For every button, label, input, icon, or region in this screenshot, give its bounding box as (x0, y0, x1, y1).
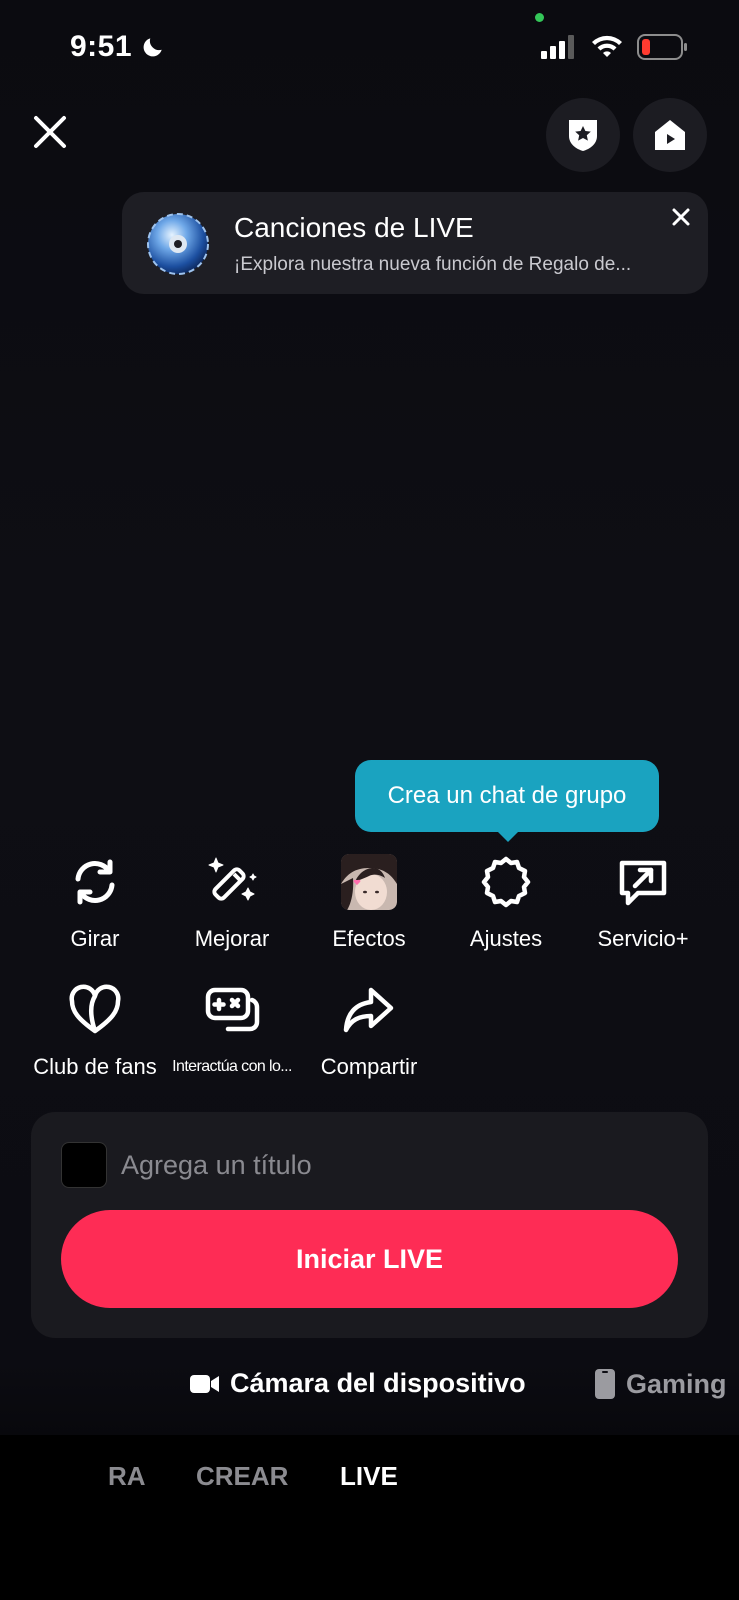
status-icons (541, 34, 689, 60)
live-songs-banner[interactable]: Canciones de LIVE ¡Explora nuestra nueva… (122, 192, 708, 294)
banner-subtitle: ¡Explora nuestra nueva función de Regalo… (234, 254, 632, 275)
tool-effects[interactable]: Efectos (299, 852, 439, 952)
magic-wand-icon (202, 852, 262, 912)
source-label: Gaming (626, 1368, 727, 1399)
privacy-indicator-dot (535, 13, 544, 22)
tooltip-pointer (494, 828, 522, 842)
cd-disc-icon (147, 213, 209, 275)
game-controller-icon (202, 980, 262, 1040)
cellular-signal-icon (541, 35, 574, 59)
cover-image-picker[interactable] (61, 1142, 107, 1188)
share-arrow-icon (339, 980, 399, 1040)
battery-low-icon (637, 34, 687, 60)
clock-text: 9:51 (70, 30, 133, 63)
moderation-button[interactable] (546, 98, 620, 172)
tool-label: Servicio+ (597, 926, 689, 951)
rotate-icon (65, 852, 125, 912)
title-input[interactable] (121, 1140, 681, 1190)
phone-icon (595, 1369, 615, 1399)
tool-label: Club de fans (33, 1054, 157, 1079)
start-live-button[interactable]: Iniciar LIVE (61, 1210, 678, 1308)
heart-icon (65, 980, 125, 1040)
group-chat-tooltip[interactable]: Crea un chat de grupo (355, 760, 659, 832)
source-gaming[interactable]: Gaming (594, 1368, 727, 1400)
moon-icon (143, 38, 162, 57)
tooltip-text: Crea un chat de grupo (387, 782, 627, 809)
live-center-button[interactable] (633, 98, 707, 172)
home-play-icon (655, 120, 685, 150)
tool-label: Ajustes (469, 926, 543, 951)
tool-label: Compartir (320, 1054, 418, 1079)
close-icon (672, 208, 690, 226)
banner-title: Canciones de LIVE (234, 212, 474, 243)
tool-settings[interactable]: Ajustes (436, 852, 576, 952)
tool-rotate[interactable]: Girar (25, 852, 165, 952)
banner-close-button[interactable] (666, 202, 696, 232)
tool-label: Efectos (332, 926, 406, 951)
status-time: 9:51 (70, 30, 166, 64)
live-setup-screen: 9:51 Canciones de LIVE ¡Explora nuestra … (0, 0, 739, 1600)
tool-fan-club[interactable]: Club de fans (25, 980, 165, 1080)
wifi-icon (592, 35, 622, 57)
gear-icon (476, 852, 536, 912)
go-live-card: Iniciar LIVE (31, 1112, 708, 1338)
effects-thumbnail (339, 852, 399, 912)
close-button[interactable] (28, 110, 72, 154)
source-label: Cámara del dispositivo (230, 1368, 526, 1398)
service-plus-icon (613, 852, 673, 912)
tool-label: Mejorar (194, 926, 270, 951)
mode-tab-crear[interactable]: CREAR (196, 1461, 288, 1492)
tool-share[interactable]: Compartir (299, 980, 439, 1080)
mode-tab-ra[interactable]: RA (108, 1461, 146, 1492)
tool-interact[interactable]: Interactúa con lo... (162, 980, 302, 1076)
mode-tab-live[interactable]: LIVE (340, 1461, 398, 1492)
shield-star-icon (569, 120, 597, 151)
tool-enhance[interactable]: Mejorar (162, 852, 302, 952)
close-icon (34, 116, 66, 148)
source-device-camera[interactable]: Cámara del dispositivo (190, 1368, 526, 1399)
tool-label: Interactúa con lo... (172, 1058, 292, 1075)
tool-service-plus[interactable]: Servicio+ (573, 852, 713, 952)
mode-bar: RA CREAR LIVE (0, 1435, 739, 1600)
tool-label: Girar (70, 926, 120, 951)
video-camera-icon (190, 1374, 219, 1393)
